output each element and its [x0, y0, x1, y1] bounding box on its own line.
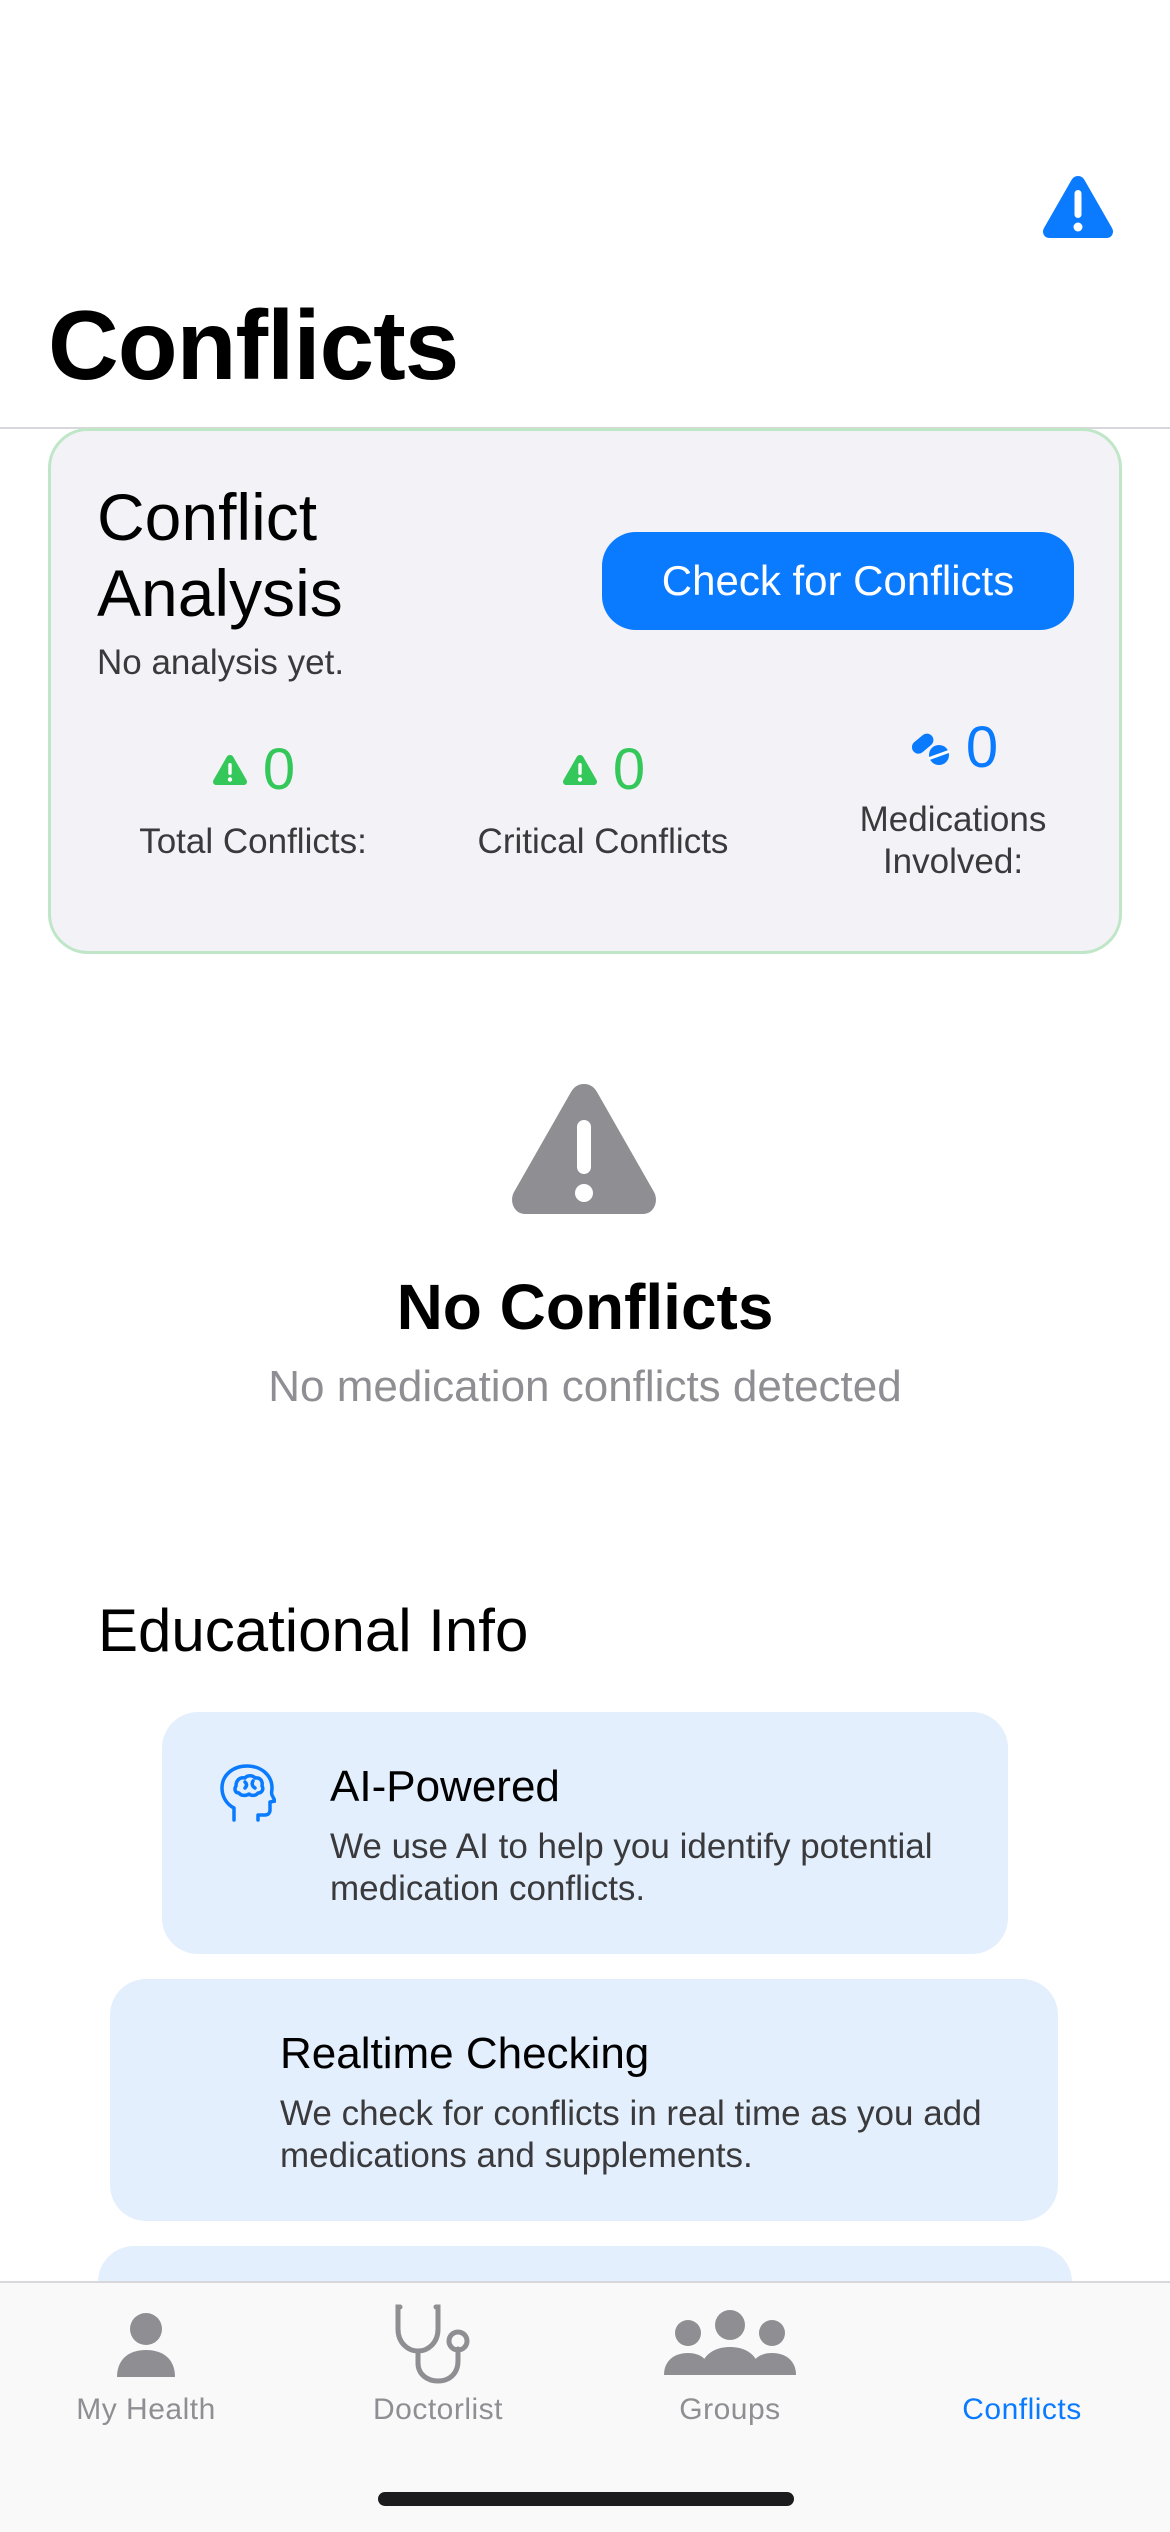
tab-label: Doctorlist	[372, 2393, 504, 2426]
exclamation-triangle-icon	[512, 1084, 656, 1214]
tab-my-health[interactable]: My Health	[0, 2299, 292, 2439]
total-conflicts-label: Total Conflicts:	[139, 822, 367, 861]
tab-label: Groups	[679, 2393, 781, 2426]
tab-doctorlist[interactable]: Doctorlist	[292, 2299, 584, 2439]
stat-critical-conflicts: 0 Critical Conflicts	[433, 735, 773, 863]
home-indicator[interactable]	[378, 2492, 794, 2506]
conflicts-screen: Conflicts Conflict Analysis No analysis …	[0, 0, 1170, 2532]
educational-heading: Educational Info	[98, 1597, 529, 1664]
check-for-conflicts-button[interactable]: Check for Conflicts	[602, 532, 1074, 630]
tab-label: My Health	[76, 2393, 216, 2426]
pills-icon	[911, 733, 950, 765]
tab-conflicts[interactable]: Conflicts	[876, 2299, 1168, 2439]
page-title: Conflicts	[48, 290, 459, 400]
people-group-icon	[664, 2310, 796, 2375]
person-icon	[117, 2313, 175, 2377]
medications-involved-value: 0	[965, 715, 999, 780]
critical-conflicts-value: 0	[612, 737, 646, 802]
tab-groups[interactable]: Groups	[584, 2299, 876, 2439]
warning-triangle-icon	[562, 755, 597, 785]
tab-label: Conflicts	[962, 2393, 1082, 2426]
empty-state-title: No Conflicts	[396, 1271, 774, 1343]
empty-state-subtitle: No medication conflicts detected	[268, 1362, 902, 1411]
edu-card-realtime-checking: Realtime Checking We check for conflicts…	[110, 1979, 1058, 2221]
stat-total-conflicts: 0 Total Conflicts:	[83, 735, 423, 863]
stethoscope-icon	[395, 2304, 470, 2384]
conflict-analysis-card: Conflict Analysis No analysis yet. Check…	[48, 428, 1122, 954]
medications-involved-label: Medications Involved:	[859, 800, 1047, 881]
conflicts-icon	[987, 2299, 1057, 2385]
edu-card-title: AI-Powered	[330, 1762, 560, 1811]
analysis-title: Conflict Analysis	[97, 480, 343, 630]
edu-card-body: We check for conflicts in real time as y…	[280, 2094, 982, 2175]
analysis-status: No analysis yet.	[97, 643, 345, 682]
total-conflicts-value: 0	[262, 737, 296, 802]
edu-card-body: We use AI to help you identify potential…	[330, 1827, 933, 1908]
critical-conflicts-label: Critical Conflicts	[477, 822, 729, 861]
exclamation-triangle-icon[interactable]	[1040, 172, 1116, 242]
warning-triangle-icon	[212, 755, 247, 785]
brain-head-icon	[220, 1764, 276, 1822]
edu-card-title: Realtime Checking	[280, 2029, 650, 2078]
stat-medications-involved: 0 Medications Involved:	[783, 713, 1123, 883]
edu-card-ai-powered: AI-Powered We use AI to help you identif…	[162, 1712, 1008, 1954]
